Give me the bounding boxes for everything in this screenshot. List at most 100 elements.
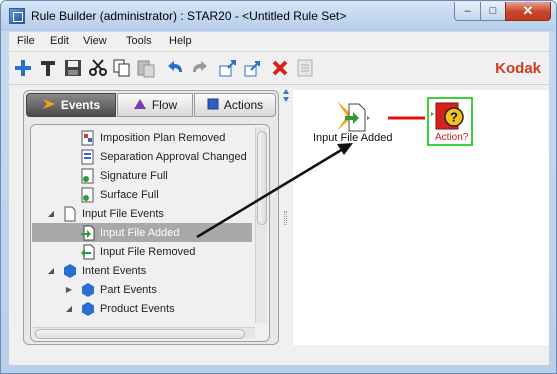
tab-events[interactable]: Events [26,93,116,117]
tab-actions[interactable]: Actions [194,93,276,117]
tree-item-intent-events[interactable]: ◢ Intent Events [32,261,252,280]
menu-edit[interactable]: Edit [50,35,69,47]
hexagon-icon [80,282,96,298]
svg-text:?: ? [450,110,458,125]
hexagon-icon [80,301,96,317]
tree-item-part-events[interactable]: ▶ Part Events [32,280,252,299]
title-bar[interactable]: Rule Builder (administrator) : STAR20 - … [1,1,556,31]
tree-item-label: Input File Removed [100,245,196,258]
delete-button[interactable] [269,57,291,79]
rule-builder-window: Rule Builder (administrator) : STAR20 - … [0,0,557,374]
save-icon [65,60,81,76]
redo-icon [193,61,207,72]
separation-icon [80,149,96,165]
notes-button[interactable] [294,57,316,79]
delete-icon [272,60,288,76]
properties-icon [41,61,55,76]
tab-actions-label: Actions [223,98,264,112]
tree-item-label: Surface Full [100,188,159,201]
close-button[interactable]: ✕ [505,2,551,21]
import-button[interactable] [217,57,239,79]
splitter-grip[interactable] [284,211,287,225]
cut-button[interactable] [87,57,109,79]
tab-events-label: Events [60,98,101,112]
rule-canvas[interactable] [293,90,549,345]
window-title: Rule Builder (administrator) : STAR20 - … [31,9,347,23]
tree-item-surface-full[interactable]: Surface Full [32,185,252,204]
tab-flow[interactable]: Flow [117,93,193,117]
redo-button[interactable] [189,57,211,79]
app-icon [9,8,25,24]
menu-bar: File Edit View Tools Help [9,32,549,52]
palette-panel: Events Flow Actions Imposition Plan Remo… [23,90,279,345]
tree-vertical-scrollbar[interactable] [255,127,267,323]
expand-icon[interactable]: ▶ [64,285,74,295]
tree-item-product-events[interactable]: ◢ Product Events [32,299,252,318]
tree-item-label: Imposition Plan Removed [100,131,226,144]
signature-icon [80,168,96,184]
tree-item-input-file-added[interactable]: Input File Added [32,223,252,242]
new-button[interactable] [12,57,34,79]
paste-button[interactable] [135,57,157,79]
cut-icon [89,59,107,76]
export-icon [244,61,260,77]
imposition-removed-icon [80,130,96,146]
menu-view[interactable]: View [83,35,107,47]
file-removed-icon [80,244,96,260]
maximize-button[interactable]: □ [480,2,506,21]
events-tab-icon [42,98,56,113]
new-icon [15,60,31,76]
action-node-label: Action? [435,132,469,143]
file-added-icon [80,225,96,241]
export-button[interactable] [242,57,264,79]
file-added-event-icon [337,101,370,132]
horizontal-scroll-thumb[interactable] [35,329,245,339]
copy-button[interactable] [111,57,133,79]
event-node[interactable] [335,99,371,133]
menu-file[interactable]: File [17,35,35,47]
hexagon-icon [62,263,78,279]
tree-item-label: Input File Events [82,207,164,220]
tree-item-separation-approval-changed[interactable]: Separation Approval Changed [32,147,252,166]
collapse-icon[interactable]: ◢ [64,304,74,314]
toolbar: Kodak [9,52,549,85]
flow-tab-icon [133,98,147,113]
minimize-button[interactable]: – [454,2,481,21]
event-node-label: Input File Added [313,132,393,144]
collapse-icon[interactable]: ◢ [46,209,56,219]
menu-help[interactable]: Help [169,35,192,47]
copy-icon [113,59,130,77]
tree-item-signature-full[interactable]: Signature Full [32,166,252,185]
tree-item-imposition-plan-removed[interactable]: Imposition Plan Removed [32,128,252,147]
tree-item-input-file-events[interactable]: ◢ Input File Events [32,204,252,223]
paste-icon [137,60,155,78]
palette-tabs: Events Flow Actions [24,91,278,119]
save-button[interactable] [62,57,84,79]
tree-item-label: Product Events [100,302,175,315]
collapse-icon[interactable]: ◢ [46,266,56,276]
actions-tab-icon [207,98,219,113]
undo-icon [168,61,182,72]
tree-item-input-file-removed[interactable]: Input File Removed [32,242,252,261]
properties-button[interactable] [37,57,59,79]
split-down-arrow-icon[interactable] [283,97,289,102]
tree-item-label: Separation Approval Changed [100,150,247,163]
tree-horizontal-scrollbar[interactable] [33,327,255,339]
question-icon: ? [431,102,464,130]
split-up-arrow-icon[interactable] [283,89,289,94]
vertical-scroll-thumb[interactable] [257,131,267,225]
tab-flow-label: Flow [151,98,178,112]
undo-button[interactable] [164,57,186,79]
document-icon [62,206,78,222]
import-icon [219,60,236,77]
menu-tools[interactable]: Tools [126,35,152,47]
tree-item-label: Part Events [100,283,157,296]
kodak-logo: Kodak [495,60,541,77]
surface-icon [80,187,96,203]
tree-item-label: Intent Events [82,264,147,277]
panel-splitter[interactable] [281,85,291,365]
action-node[interactable]: ? Action? [427,97,473,146]
tree-item-label: Input File Added [100,226,180,239]
tree-item-label: Signature Full [100,169,168,182]
notes-icon [297,59,313,77]
